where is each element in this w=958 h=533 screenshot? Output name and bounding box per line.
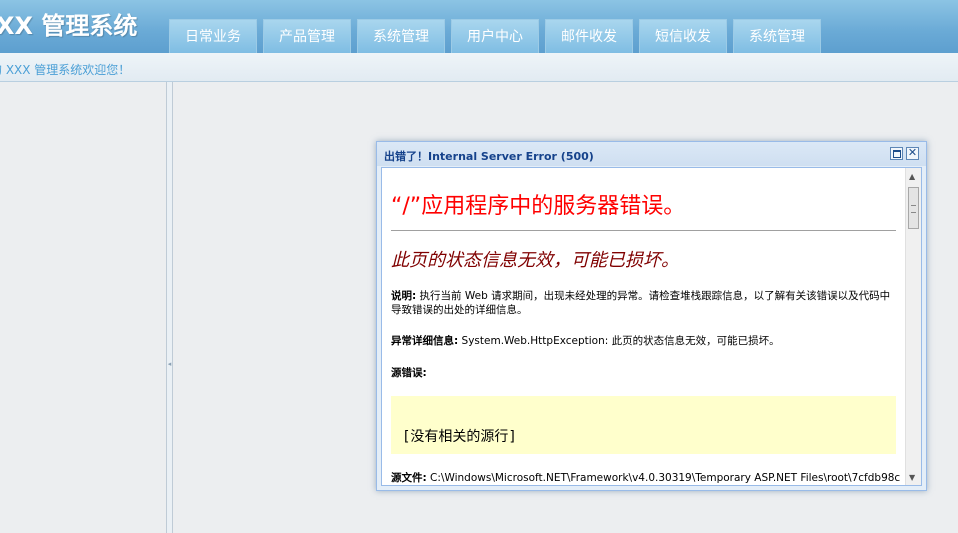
nav-tab-system-management[interactable]: 系统管理: [357, 19, 445, 53]
scroll-down-arrow-icon[interactable]: ▼: [909, 473, 915, 482]
source-file-text: C:\Windows\Microsoft.NET\Framework\v4.0.…: [430, 472, 901, 484]
dialog-body: “/”应用程序中的服务器错误。 此页的状态信息无效，可能已损坏。 说明: 执行当…: [381, 167, 922, 486]
nav-tab-system-management-2[interactable]: 系统管理: [733, 19, 821, 53]
nav-tab-mail[interactable]: 邮件收发: [545, 19, 633, 53]
source-error-paragraph: 源错误:: [391, 366, 896, 380]
description-label: 说明:: [391, 290, 417, 302]
source-code-box: [没有相关的源行]: [391, 396, 896, 454]
error-subheading: 此页的状态信息无效，可能已损坏。: [391, 250, 679, 271]
nav-tab-daily-business[interactable]: 日常业务: [169, 19, 257, 53]
collapse-arrow-icon[interactable]: ◂: [167, 360, 172, 368]
close-icon[interactable]: ✕: [906, 146, 919, 160]
exception-paragraph: 异常详细信息: System.Web.HttpException: 此页的状态信…: [391, 334, 896, 348]
error-heading: “/”应用程序中的服务器错误。: [391, 194, 686, 219]
description-text: 执行当前 Web 请求期间，出现未经处理的异常。请检查堆栈跟踪信息，以了解有关该…: [391, 290, 891, 316]
source-file-label: 源文件:: [391, 472, 427, 484]
welcome-text: 的 XXX 管理系统欢迎您！: [0, 63, 131, 77]
source-error-label: 源错误:: [391, 367, 427, 379]
description-paragraph: 说明: 执行当前 Web 请求期间，出现未经处理的异常。请检查堆栈跟踪信息，以了…: [391, 289, 896, 317]
source-file-paragraph: 源文件: C:\Windows\Microsoft.NET\Framework\…: [391, 471, 900, 485]
exception-text: System.Web.HttpException: 此页的状态信息无效，可能已损…: [461, 335, 780, 347]
main-nav: 日常业务 产品管理 系统管理 用户中心 邮件收发 短信收发 系统管理: [169, 19, 827, 53]
nav-tab-product-management[interactable]: 产品管理: [263, 19, 351, 53]
source-code-text: [没有相关的源行]: [402, 429, 517, 445]
vertical-scrollbar[interactable]: ▲ ▼: [905, 168, 921, 485]
error-dialog: 出错了！Internal Server Error (500) ✕ “/”应用程…: [376, 141, 927, 491]
divider: [391, 230, 896, 231]
nav-tab-sms[interactable]: 短信收发: [639, 19, 727, 53]
app-title: XX 管理系统: [0, 12, 138, 40]
welcome-bar: 的 XXX 管理系统欢迎您！: [0, 53, 958, 82]
scroll-up-arrow-icon[interactable]: ▲: [909, 172, 915, 181]
maximize-icon[interactable]: [890, 147, 903, 160]
sidebar-panel: [0, 82, 167, 533]
exception-label: 异常详细信息:: [391, 335, 459, 347]
dialog-title: 出错了！Internal Server Error (500): [384, 150, 594, 163]
dialog-header[interactable]: 出错了！Internal Server Error (500) ✕: [377, 142, 926, 166]
scrollbar-thumb[interactable]: [908, 187, 919, 229]
app-header: XX 管理系统 日常业务 产品管理 系统管理 用户中心 邮件收发 短信收发 系统…: [0, 0, 958, 53]
nav-tab-user-center[interactable]: 用户中心: [451, 19, 539, 53]
